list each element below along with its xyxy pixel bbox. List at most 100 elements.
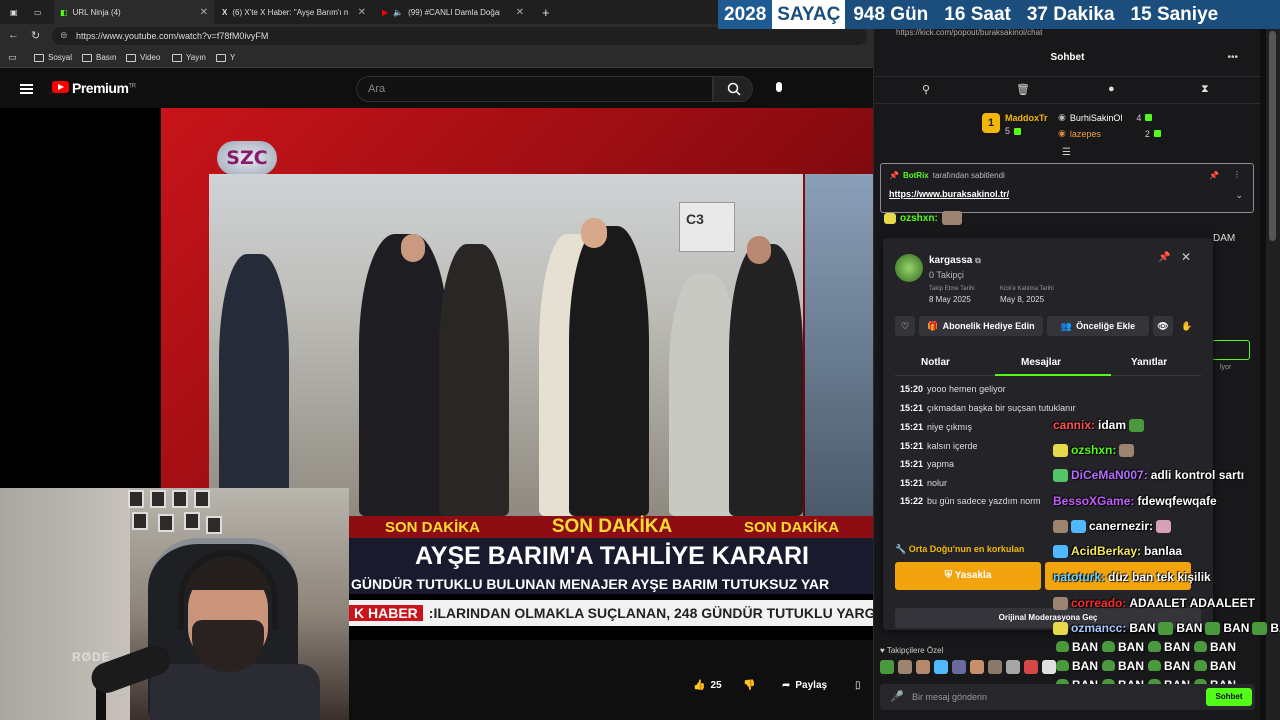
- search-button[interactable]: [713, 76, 753, 102]
- copy-icon[interactable]: ⧉: [975, 256, 981, 265]
- bookmark-folder-yayin[interactable]: Yayın: [172, 53, 206, 62]
- chat-toolbar: ⚲ 🗑 ● ⧗: [874, 76, 1261, 104]
- thumbs-down-icon: 👎: [743, 680, 756, 691]
- chat-bubble-icon[interactable]: ●: [1108, 83, 1115, 95]
- heart-button[interactable]: ♡: [895, 316, 915, 336]
- tab-notes[interactable]: Notlar: [921, 357, 950, 368]
- bookmark-folder-sosyal[interactable]: Sosyal: [34, 53, 72, 62]
- avatar: [895, 254, 923, 282]
- youtube-brand[interactable]: PremiumTR: [72, 80, 136, 96]
- follow-date: 8 May 2025: [929, 295, 971, 304]
- youtube-logo-icon[interactable]: [52, 81, 69, 93]
- chat-field-edge: [1212, 340, 1250, 360]
- hourglass-icon[interactable]: ⧗: [1201, 83, 1209, 96]
- emote-icon[interactable]: [970, 660, 984, 674]
- emote-icon[interactable]: [934, 660, 948, 674]
- bookmark-folder-y[interactable]: Y: [216, 53, 235, 62]
- pinned-message: 📌 BotRix tarafından sabitlendi https://www…: [880, 163, 1254, 213]
- tab-favicon-icon: ◧: [60, 7, 68, 17]
- close-icon[interactable]: ✕: [1181, 250, 1191, 264]
- dislike-button[interactable]: 👎: [743, 680, 755, 691]
- news-ticker: K HABER:ILARINDAN OLMAKLA SUÇLANAN, 248 …: [349, 600, 875, 626]
- emote-icon[interactable]: [1024, 660, 1038, 674]
- mic-brand: RØDE: [72, 650, 111, 664]
- eye-icon: 👁: [1157, 320, 1169, 331]
- search-input[interactable]: Ara: [356, 76, 713, 102]
- channel-logo: SZC: [217, 141, 277, 175]
- like-button[interactable]: 👍 25: [693, 680, 722, 691]
- workspaces-icon[interactable]: ▣: [4, 0, 24, 24]
- tab-replies[interactable]: Yanıtlar: [1131, 357, 1167, 368]
- audio-icon[interactable]: 🔈: [393, 8, 403, 17]
- url-field[interactable]: ⊜ https://www.youtube.com/watch?v=f78fM0…: [52, 27, 867, 45]
- folder-icon: [82, 53, 92, 62]
- unpin-icon[interactable]: 📌: [1209, 171, 1219, 180]
- pinned-link[interactable]: https://www.buraksakinol.tr/: [889, 189, 1009, 199]
- badge-icon: [1053, 621, 1068, 635]
- more-options-icon[interactable]: •••: [1227, 47, 1238, 69]
- back-icon[interactable]: ←: [8, 29, 19, 41]
- countdown-seconds: 15 Saniye: [1130, 3, 1219, 25]
- gift-sub-button[interactable]: 🎁 Abonelik Hediye Edin: [919, 316, 1043, 336]
- leader-3[interactable]: ◉ lazepes 2: [1058, 128, 1161, 139]
- chat-scrollbar[interactable]: [1266, 29, 1280, 720]
- leader-1[interactable]: MaddoxTr: [1005, 113, 1048, 123]
- microphone-icon[interactable]: [776, 82, 782, 92]
- tab-canli[interactable]: ▶ 🔈 (99) #CANLI Damla Doğan T ✕: [376, 0, 530, 24]
- news-footage: C3: [209, 174, 803, 516]
- frog-emote-icon: [1158, 621, 1174, 635]
- menu-icon[interactable]: [20, 84, 33, 94]
- tab-x-haber[interactable]: X (6) X'te X Haber: "Ayşe Barım'ı m ✕: [216, 0, 372, 24]
- bookmark-manager-icon[interactable]: ▭: [8, 52, 17, 63]
- overlay-message: AcidBerkay: banlaa: [1053, 544, 1182, 558]
- overlay-message: cannix: idam: [1053, 418, 1145, 432]
- emote-icon[interactable]: [1042, 660, 1056, 674]
- chat-message: ozshxn:: [884, 211, 962, 225]
- chat-message-fragment: DAM: [1213, 233, 1236, 244]
- pinned-menu-icon[interactable]: ⋮: [1233, 170, 1241, 179]
- countdown-banner: 2028 SAYAÇ 948 Gün 16 Saat 37 Dakika 15 …: [718, 0, 1280, 29]
- add-priority-button[interactable]: 👥 Önceliğe Ekle: [1047, 316, 1149, 336]
- bookmark-folder-basin[interactable]: Basın: [82, 53, 116, 62]
- eye-button[interactable]: 👁: [1153, 316, 1173, 336]
- emote-icon[interactable]: [1006, 660, 1020, 674]
- leader-2[interactable]: ◉ BurhiSakinOl 4: [1058, 112, 1153, 123]
- tab-list-icon[interactable]: ▭: [28, 0, 50, 24]
- tab-url-ninja[interactable]: ◧ URL Ninja (4) ✕: [54, 0, 214, 24]
- bookmark-folder-video[interactable]: Video: [126, 53, 160, 62]
- emote-icon[interactable]: [952, 660, 966, 674]
- new-tab-button[interactable]: +: [536, 0, 556, 24]
- close-tab-icon[interactable]: ✕: [200, 7, 208, 18]
- card-username[interactable]: kargassa ⧉: [929, 255, 981, 266]
- pin-tool-icon[interactable]: ⚲: [922, 83, 930, 96]
- emote-icon[interactable]: [880, 660, 894, 674]
- emote-icon[interactable]: [916, 660, 930, 674]
- send-chat-button[interactable]: Sohbet: [1206, 688, 1252, 706]
- site-info-icon[interactable]: ⊜: [60, 30, 68, 41]
- emote-icon: [941, 211, 962, 225]
- expand-leaderboard-icon[interactable]: ☰: [1062, 147, 1071, 158]
- chevron-down-icon[interactable]: ⌄: [1235, 190, 1243, 201]
- save-icon[interactable]: ▯: [855, 680, 861, 691]
- follower-count: 0 Takipçi: [929, 270, 964, 280]
- gem-icon: [1014, 127, 1022, 135]
- leader-1-count: 5: [1005, 126, 1022, 136]
- share-button[interactable]: ➦ Paylaş: [782, 680, 827, 691]
- hand-button[interactable]: ✋: [1177, 316, 1197, 336]
- microphone-icon[interactable]: 🎤: [890, 690, 904, 703]
- overlay-message: correado: ADAALET ADAALEET: [1053, 596, 1255, 610]
- pin-card-icon[interactable]: 📌: [1158, 252, 1170, 263]
- trash-icon[interactable]: 🗑: [1016, 83, 1030, 96]
- emote-icon: [1129, 418, 1145, 432]
- close-tab-icon[interactable]: ✕: [516, 7, 524, 18]
- emote-icon[interactable]: [898, 660, 912, 674]
- chat-title: Sohbet: [1050, 52, 1085, 63]
- chat-message-input[interactable]: 🎤 Bir mesaj gönderin: [880, 684, 1255, 710]
- card-tabs: Notlar Mesajlar Yanıtlar: [895, 350, 1201, 376]
- tab-messages[interactable]: Mesajlar: [1021, 357, 1061, 368]
- emote-icon[interactable]: [988, 660, 1002, 674]
- reload-icon[interactable]: ↻: [31, 29, 40, 42]
- close-tab-icon[interactable]: ✕: [358, 7, 366, 18]
- user-message: 15:21 çıkmadan başka bir suçsan tutuklanı…: [900, 403, 1076, 413]
- ban-button[interactable]: ⛨ Yasakla: [895, 562, 1041, 590]
